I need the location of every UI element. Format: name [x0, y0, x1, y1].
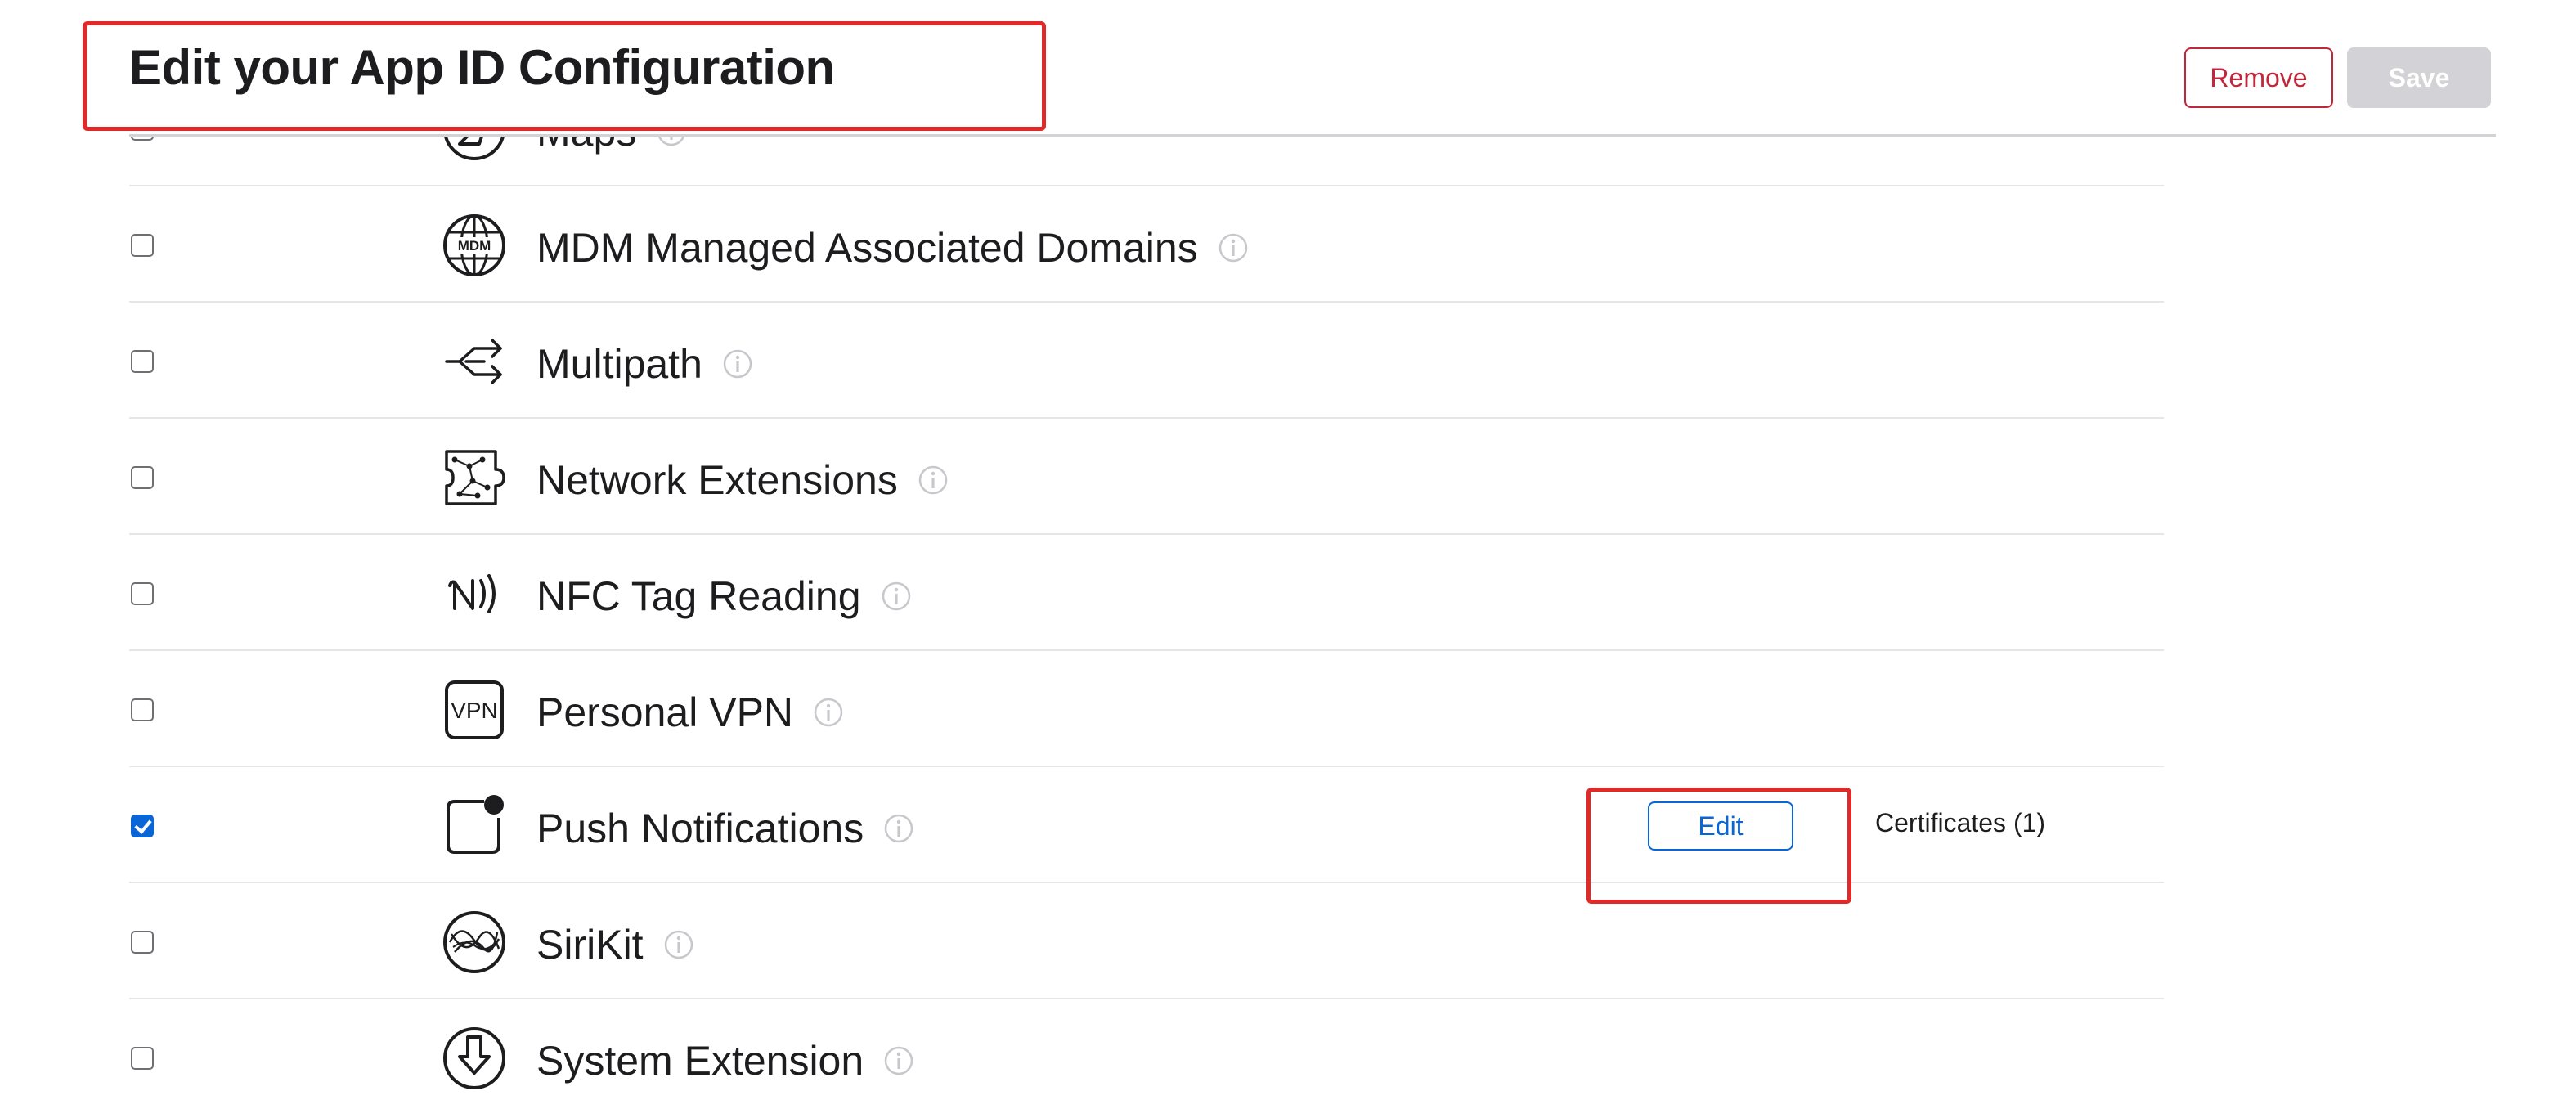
multipath-checkbox[interactable] [131, 350, 154, 373]
capability-name: Push Notifications [536, 805, 914, 852]
vpn-icon-text: VPN [451, 698, 498, 723]
info-icon[interactable] [722, 348, 753, 379]
info-icon[interactable] [883, 813, 914, 844]
multipath-arrows-icon [442, 329, 507, 394]
capability-name: MDM Managed Associated Domains [536, 224, 1249, 272]
capability-row-personal-vpn: VPN Personal VPN [0, 651, 2576, 767]
push-notification-icon [442, 793, 507, 859]
capability-name: NFC Tag Reading [536, 572, 912, 620]
capability-name: Multipath [536, 340, 753, 388]
capability-name: Personal VPN [536, 689, 844, 736]
capability-label: Personal VPN [536, 689, 794, 735]
mdm-icon-text: MDM [458, 238, 491, 254]
page-header: Edit your App ID Configuration Remove Sa… [0, 0, 2576, 137]
certificates-count: Certificates (1) [1875, 808, 2046, 837]
sirikit-icon [442, 909, 507, 975]
capability-label: NFC Tag Reading [536, 573, 861, 619]
push-notifications-edit-button[interactable]: Edit [1648, 801, 1793, 851]
capability-name: System Extension [536, 1037, 914, 1084]
capability-row-network-extensions: Network Extensions [0, 419, 2576, 535]
push-notifications-checkbox[interactable] [131, 815, 154, 837]
header-divider [129, 134, 2496, 137]
capability-name: SiriKit [536, 921, 694, 968]
info-icon[interactable] [663, 929, 694, 960]
info-icon[interactable] [918, 465, 949, 496]
system-extension-icon [442, 1026, 507, 1091]
capability-label: MDM Managed Associated Domains [536, 225, 1198, 271]
app-id-configuration-page: Maps MDM MD [0, 0, 2576, 1109]
info-icon[interactable] [813, 697, 844, 728]
capability-row-multipath: Multipath [0, 303, 2576, 419]
capabilities-list: Maps MDM MD [0, 70, 2576, 1109]
network-extensions-icon [442, 445, 507, 510]
vpn-icon: VPN [442, 677, 507, 743]
capability-row-nfc-tag-reading: NFC Tag Reading [0, 535, 2576, 651]
sirikit-checkbox[interactable] [131, 931, 154, 954]
nfc-icon [442, 561, 507, 626]
capability-label: SiriKit [536, 922, 644, 968]
info-icon[interactable] [883, 1045, 914, 1076]
capability-name: Network Extensions [536, 456, 949, 504]
info-icon[interactable] [881, 581, 912, 612]
capability-row-mdm-managed-associated-domains: MDM MDM Managed Associated Domains [0, 186, 2576, 303]
personal-vpn-checkbox[interactable] [131, 698, 154, 721]
network-extensions-checkbox[interactable] [131, 466, 154, 489]
capability-row-system-extension: System Extension [0, 999, 2576, 1109]
capability-label: System Extension [536, 1038, 864, 1084]
mdm-managed-associated-domains-checkbox[interactable] [131, 234, 154, 257]
remove-button[interactable]: Remove [2184, 47, 2333, 108]
page-title: Edit your App ID Configuration [129, 40, 835, 95]
capability-row-push-notifications: Push Notifications Edit Certificates (1) [0, 767, 2576, 883]
capability-label: Network Extensions [536, 457, 898, 503]
mdm-globe-icon: MDM [442, 213, 507, 278]
capability-label: Multipath [536, 341, 702, 387]
system-extension-checkbox[interactable] [131, 1047, 154, 1070]
nfc-tag-reading-checkbox[interactable] [131, 582, 154, 605]
capability-label: Push Notifications [536, 806, 864, 851]
info-icon[interactable] [1218, 232, 1249, 263]
capability-row-sirikit: SiriKit [0, 883, 2576, 999]
save-button[interactable]: Save [2347, 47, 2491, 108]
